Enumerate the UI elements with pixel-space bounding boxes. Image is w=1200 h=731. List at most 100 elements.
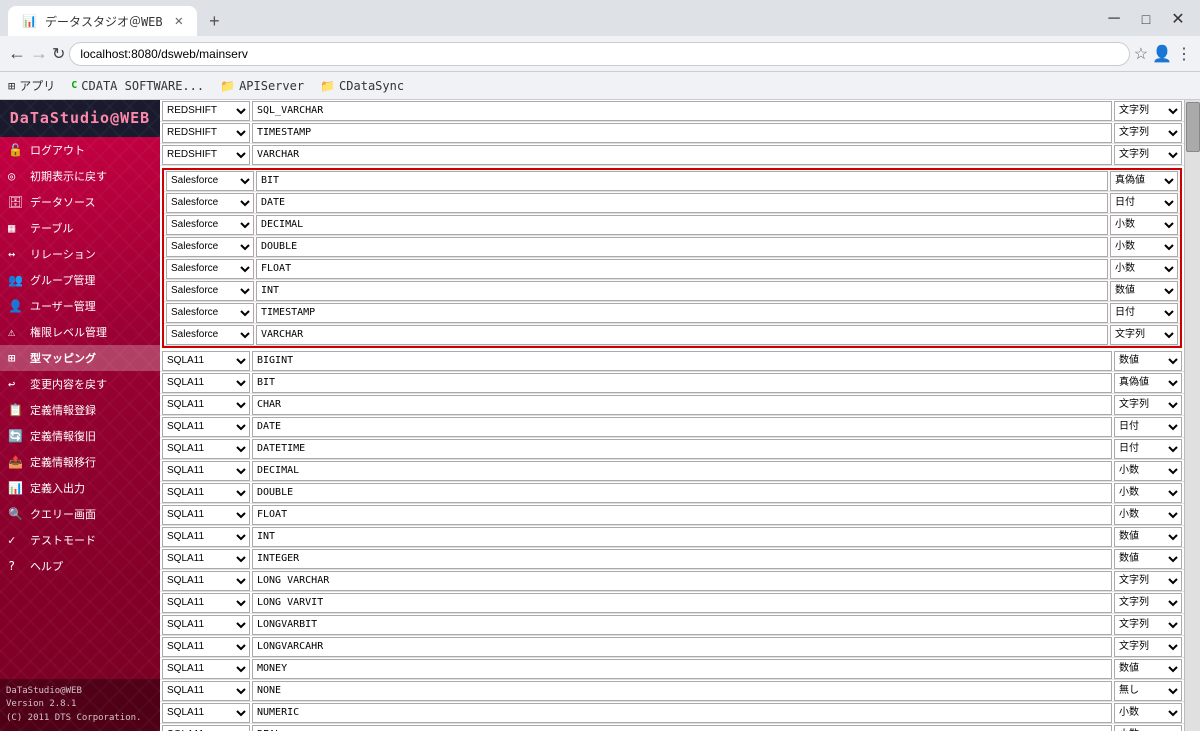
minimize-button[interactable]: ─ (1100, 7, 1128, 31)
type-input[interactable] (256, 259, 1108, 279)
type-input[interactable] (256, 193, 1108, 213)
type-input[interactable] (252, 703, 1112, 723)
type-input[interactable] (252, 593, 1112, 613)
scrollbar[interactable] (1184, 100, 1200, 731)
map-select[interactable]: 文字列数値小数日付真偽値無し (1110, 281, 1178, 301)
sidebar-item-datasource[interactable]: 🗄 データソース (0, 189, 160, 215)
map-select[interactable]: 文字列数値小数日付真偽値無し (1114, 549, 1182, 569)
source-select[interactable]: REDSHIFTSalesforceSQLA11 (166, 237, 254, 257)
sidebar-item-reset[interactable]: ◎ 初期表示に戻す (0, 163, 160, 189)
active-tab[interactable]: 📊 データスタジオ＠WEB ✕ (8, 6, 197, 36)
close-button[interactable]: ✕ (1164, 7, 1192, 31)
back-button[interactable]: ← (8, 43, 26, 64)
type-input[interactable] (256, 215, 1108, 235)
sidebar-item-logout[interactable]: 🔓 ログアウト (0, 137, 160, 163)
source-select[interactable]: REDSHIFTSalesforceSQLA11 (162, 123, 250, 143)
type-input[interactable] (252, 395, 1112, 415)
source-select[interactable]: REDSHIFTSalesforceSQLA11 (166, 325, 254, 345)
map-select[interactable]: 文字列数値小数日付真偽値無し (1110, 215, 1178, 235)
source-select[interactable]: REDSHIFTSalesforceSQLA11 (166, 259, 254, 279)
map-select[interactable]: 文字列数値小数日付真偽値無し (1114, 593, 1182, 613)
sidebar-item-help[interactable]: ? ヘルプ (0, 553, 160, 579)
type-input[interactable] (252, 351, 1112, 371)
type-input[interactable] (256, 325, 1108, 345)
source-select[interactable]: REDSHIFTSalesforceSQLA11 (162, 725, 250, 731)
sidebar-item-typemap[interactable]: ⊞ 型マッピング (0, 345, 160, 371)
map-select[interactable]: 文字列数値小数日付真偽値無し (1114, 483, 1182, 503)
map-select[interactable]: 文字列数値小数日付真偽値無し (1114, 395, 1182, 415)
type-input[interactable] (252, 659, 1112, 679)
map-select[interactable]: 文字列数値小数日付真偽値無し (1114, 123, 1182, 143)
source-select[interactable]: REDSHIFTSalesforceSQLA11 (162, 593, 250, 613)
source-select[interactable]: REDSHIFTSalesforceSQLA11 (162, 637, 250, 657)
source-select[interactable]: REDSHIFTSalesforceSQLA11 (166, 215, 254, 235)
map-select[interactable]: 文字列数値小数日付真偽値無し (1114, 659, 1182, 679)
map-select[interactable]: 文字列数値小数日付真偽値無し (1114, 461, 1182, 481)
content-scroll[interactable]: REDSHIFTSalesforceSQLA11 文字列数値小数日付真偽値無し RE… (160, 100, 1184, 731)
map-select[interactable]: 文字列数値小数日付真偽値無し (1110, 171, 1178, 191)
source-select[interactable]: REDSHIFTSalesforceSQLA11 (162, 659, 250, 679)
sidebar-item-permission[interactable]: ⚠ 権限レベル管理 (0, 319, 160, 345)
sidebar-item-def-migrate[interactable]: 📤 定義情報移行 (0, 449, 160, 475)
map-select[interactable]: 文字列数値小数日付真偽値無し (1114, 439, 1182, 459)
restore-button[interactable]: □ (1132, 7, 1160, 31)
sidebar-item-def-io[interactable]: 📊 定義入出力 (0, 475, 160, 501)
menu-button[interactable]: ⋮ (1176, 44, 1192, 64)
type-input[interactable] (252, 549, 1112, 569)
bookmark-apiserver[interactable]: 📁 APIServer (220, 79, 304, 93)
bookmark-cdatasync[interactable]: 📁 CDataSync (320, 79, 404, 93)
source-select[interactable]: REDSHIFTSalesforceSQLA11 (166, 193, 254, 213)
source-select[interactable]: REDSHIFTSalesforceSQLA11 (162, 527, 250, 547)
type-input[interactable] (252, 527, 1112, 547)
source-select[interactable]: REDSHIFTSalesforceSQLA11 (162, 351, 250, 371)
sidebar-item-testmode[interactable]: ✓ テストモード (0, 527, 160, 553)
type-input[interactable] (252, 615, 1112, 635)
source-select[interactable]: REDSHIFTSalesforceSQLA11 (162, 703, 250, 723)
sidebar-item-def-register[interactable]: 📋 定義情報登録 (0, 397, 160, 423)
type-input[interactable] (252, 505, 1112, 525)
map-select[interactable]: 文字列数値小数日付真偽値無し (1114, 373, 1182, 393)
source-select[interactable]: REDSHIFTSalesforceSQLA11 (166, 303, 254, 323)
forward-button[interactable]: → (30, 43, 48, 64)
type-input[interactable] (252, 417, 1112, 437)
map-select[interactable]: 文字列数値小数日付真偽値無し (1114, 703, 1182, 723)
user-account-button[interactable]: 👤 (1152, 44, 1172, 64)
source-select[interactable]: REDSHIFTSalesforceSQLA11 (162, 505, 250, 525)
source-select[interactable]: REDSHIFTSalesforceSQLA11 (162, 461, 250, 481)
type-input[interactable] (252, 571, 1112, 591)
source-select[interactable]: REDSHIFTSalesforceSQLA11 (162, 549, 250, 569)
sidebar-item-query[interactable]: 🔍 クエリー画面 (0, 501, 160, 527)
map-select[interactable]: 文字列数値小数日付真偽値無し (1114, 417, 1182, 437)
source-select[interactable]: REDSHIFTSalesforceSQLA11 (162, 681, 250, 701)
type-input[interactable] (252, 439, 1112, 459)
map-select[interactable]: 文字列数値小数日付真偽値無し (1110, 237, 1178, 257)
source-select[interactable]: REDSHIFTSalesforceSQLA11 (162, 615, 250, 635)
map-select[interactable]: 文字列数値小数日付真偽値無し (1114, 145, 1182, 165)
map-select[interactable]: 文字列数値小数日付真偽値無し (1114, 615, 1182, 635)
map-select[interactable]: 文字列数値小数日付真偽値無し (1110, 325, 1178, 345)
map-select[interactable]: 文字列数値小数日付真偽値無し (1114, 505, 1182, 525)
tab-close-icon[interactable]: ✕ (175, 13, 183, 29)
type-input[interactable] (252, 373, 1112, 393)
source-select[interactable]: REDSHIFTSalesforceSQLA11 (162, 395, 250, 415)
sidebar-item-group[interactable]: 👥 グループ管理 (0, 267, 160, 293)
type-input[interactable] (252, 637, 1112, 657)
type-input[interactable] (252, 123, 1112, 143)
type-input[interactable] (256, 171, 1108, 191)
map-select[interactable]: 文字列数値小数日付真偽値無し (1110, 259, 1178, 279)
url-input[interactable] (69, 42, 1129, 66)
sidebar-item-relation[interactable]: ↔ リレーション (0, 241, 160, 267)
source-select[interactable]: REDSHIFTSalesforceSQLA11 (162, 571, 250, 591)
source-select[interactable]: REDSHIFTSalesforceSQLA11 (162, 101, 250, 121)
scrollbar-thumb[interactable] (1186, 102, 1200, 152)
sidebar-item-revert[interactable]: ↩ 変更内容を戻す (0, 371, 160, 397)
type-input[interactable] (252, 101, 1112, 121)
map-select[interactable]: 文字列数値小数日付真偽値無し (1114, 351, 1182, 371)
map-select[interactable]: 文字列数値小数日付真偽値無し (1114, 725, 1182, 731)
bookmark-star-button[interactable]: ☆ (1134, 44, 1148, 64)
type-input[interactable] (252, 145, 1112, 165)
new-tab-button[interactable]: + (201, 7, 228, 36)
type-input[interactable] (256, 237, 1108, 257)
type-input[interactable] (252, 725, 1112, 731)
map-select[interactable]: 文字列数値小数日付真偽値無し (1114, 681, 1182, 701)
